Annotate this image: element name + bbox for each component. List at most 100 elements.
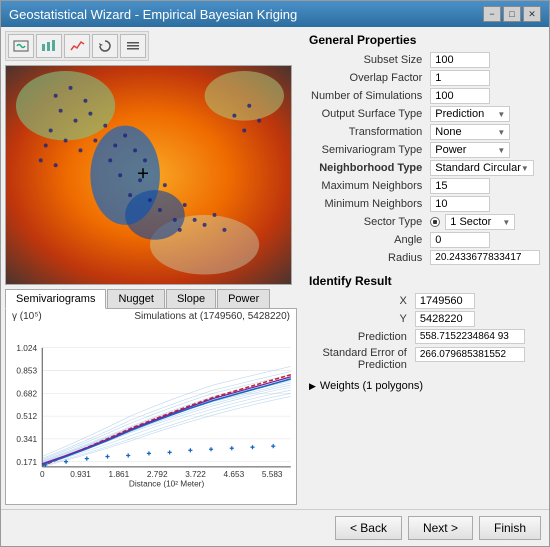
window-title: Geostatistical Wizard - Empirical Bayesi… (9, 7, 297, 22)
left-panel: Semivariograms Nugget Slope Power γ (10⁵… (1, 27, 301, 509)
semivariogram-type-arrow: ▼ (497, 146, 505, 155)
maximize-button[interactable]: □ (503, 6, 521, 22)
output-surface-select[interactable]: Prediction ▼ (430, 106, 510, 122)
transformation-arrow: ▼ (497, 128, 505, 137)
neighborhood-type-label: Neighborhood Type (309, 159, 428, 177)
sector-type-row: Sector Type 1 Sector ▼ (309, 213, 542, 231)
y-coord-row: Y 5428220 (309, 310, 541, 328)
neighborhood-type-row: Neighborhood Type Standard Circular ▼ (309, 159, 542, 177)
sector-type-select[interactable]: 1 Sector ▼ (445, 214, 515, 230)
svg-text:2.792: 2.792 (147, 470, 168, 479)
max-neighbors-value[interactable]: 15 (430, 178, 490, 194)
tab-power[interactable]: Power (217, 289, 270, 308)
angle-label: Angle (309, 231, 428, 249)
svg-text:0.512: 0.512 (16, 412, 37, 421)
num-simulations-row: Number of Simulations 100 (309, 87, 542, 105)
close-button[interactable]: ✕ (523, 6, 541, 22)
right-panel: General Properties Subset Size 100 Overl… (301, 27, 549, 509)
finish-button[interactable]: Finish (479, 516, 541, 540)
y-coord-value: 5428220 (415, 311, 475, 327)
min-neighbors-value[interactable]: 10 (430, 196, 490, 212)
svg-text:0.341: 0.341 (16, 435, 37, 444)
subset-size-row: Subset Size 100 (309, 51, 542, 69)
toolbar-btn-settings[interactable] (120, 34, 146, 58)
svg-text:0.171: 0.171 (16, 458, 37, 467)
num-simulations-label: Number of Simulations (309, 87, 428, 105)
prediction-row: Prediction 558.7152234864 93 (309, 328, 541, 345)
neighborhood-type-select[interactable]: Standard Circular ▼ (430, 160, 534, 176)
radius-row: Radius 20.2433677833417 (309, 249, 542, 266)
svg-text:0.853: 0.853 (16, 367, 37, 376)
semivariogram-type-select[interactable]: Power ▼ (430, 142, 510, 158)
radius-label: Radius (309, 249, 428, 266)
chart-title: Simulations at (1749560, 5428220) (134, 311, 290, 322)
transformation-row: Transformation None ▼ (309, 123, 542, 141)
radius-value[interactable]: 20.2433677833417 (430, 250, 540, 265)
output-surface-row: Output Surface Type Prediction ▼ (309, 105, 542, 123)
chart-tabs: Semivariograms Nugget Slope Power (5, 289, 297, 309)
identify-title: Identify Result (309, 274, 541, 288)
weights-label: Weights (1 polygons) (320, 380, 423, 392)
std-error-value: 266.079685381552 (415, 347, 525, 362)
semivariogram-type-label: Semivariogram Type (309, 141, 428, 159)
svg-text:4.653: 4.653 (224, 470, 245, 479)
main-content: Semivariograms Nugget Slope Power γ (10⁵… (1, 27, 549, 509)
title-bar-buttons: − □ ✕ (483, 6, 541, 22)
svg-text:0: 0 (40, 470, 45, 479)
x-coord-row: X 1749560 (309, 292, 541, 310)
prediction-label: Prediction (309, 328, 413, 345)
angle-value[interactable]: 0 (430, 232, 490, 248)
overlap-factor-value[interactable]: 1 (430, 70, 490, 86)
next-button[interactable]: Next > (408, 516, 473, 540)
std-error-row: Standard Error ofPrediction 266.07968538… (309, 345, 541, 372)
main-window: Geostatistical Wizard - Empirical Bayesi… (0, 0, 550, 547)
toolbar-btn-map[interactable] (8, 34, 34, 58)
svg-text:5.583: 5.583 (262, 470, 283, 479)
identify-section: Identify Result X 1749560 Y 5428220 Pred… (309, 274, 541, 392)
sector-type-label: Sector Type (309, 213, 428, 231)
svg-text:1.024: 1.024 (16, 344, 37, 353)
sector-radio[interactable] (430, 217, 440, 227)
prediction-value: 558.7152234864 93 (415, 329, 525, 344)
std-error-label: Standard Error ofPrediction (309, 345, 413, 372)
svg-text:3.722: 3.722 (185, 470, 206, 479)
num-simulations-value[interactable]: 100 (430, 88, 490, 104)
output-surface-label: Output Surface Type (309, 105, 428, 123)
x-coord-label: X (309, 292, 413, 310)
subset-size-value[interactable]: 100 (430, 52, 490, 68)
weights-chevron: ▶ (309, 381, 316, 392)
svg-text:Distance (10² Meter): Distance (10² Meter) (129, 480, 205, 489)
neighborhood-type-arrow: ▼ (521, 164, 529, 173)
general-properties-title: General Properties (309, 33, 541, 47)
bottom-bar: < Back Next > Finish (1, 509, 549, 546)
transformation-select[interactable]: None ▼ (430, 124, 510, 140)
max-neighbors-row: Maximum Neighbors 15 (309, 177, 542, 195)
properties-table: Subset Size 100 Overlap Factor 1 Number … (309, 51, 542, 266)
toolbar-btn-refresh[interactable] (92, 34, 118, 58)
tab-nugget[interactable]: Nugget (107, 289, 164, 308)
toolbar-btn-chart[interactable] (36, 34, 62, 58)
toolbar-btn-plot[interactable] (64, 34, 90, 58)
chart-y-label: γ (10⁵) (12, 311, 42, 322)
min-neighbors-row: Minimum Neighbors 10 (309, 195, 542, 213)
output-surface-arrow: ▼ (497, 110, 505, 119)
toolbar (5, 31, 149, 61)
max-neighbors-label: Maximum Neighbors (309, 177, 428, 195)
identify-table: X 1749560 Y 5428220 Prediction 558.71522… (309, 292, 541, 372)
weights-header[interactable]: ▶ Weights (1 polygons) (309, 380, 541, 392)
svg-text:0.931: 0.931 (70, 470, 91, 479)
svg-text:0.682: 0.682 (16, 389, 37, 398)
x-coord-value: 1749560 (415, 293, 475, 309)
title-bar: Geostatistical Wizard - Empirical Bayesi… (1, 1, 549, 27)
back-button[interactable]: < Back (335, 516, 402, 540)
angle-row: Angle 0 (309, 231, 542, 249)
overlap-factor-label: Overlap Factor (309, 69, 428, 87)
subset-size-label: Subset Size (309, 51, 428, 69)
transformation-label: Transformation (309, 123, 428, 141)
tab-slope[interactable]: Slope (166, 289, 216, 308)
map-container (5, 65, 292, 285)
minimize-button[interactable]: − (483, 6, 501, 22)
tab-semivariograms[interactable]: Semivariograms (5, 289, 106, 309)
semivariogram-type-row: Semivariogram Type Power ▼ (309, 141, 542, 159)
overlap-factor-row: Overlap Factor 1 (309, 69, 542, 87)
